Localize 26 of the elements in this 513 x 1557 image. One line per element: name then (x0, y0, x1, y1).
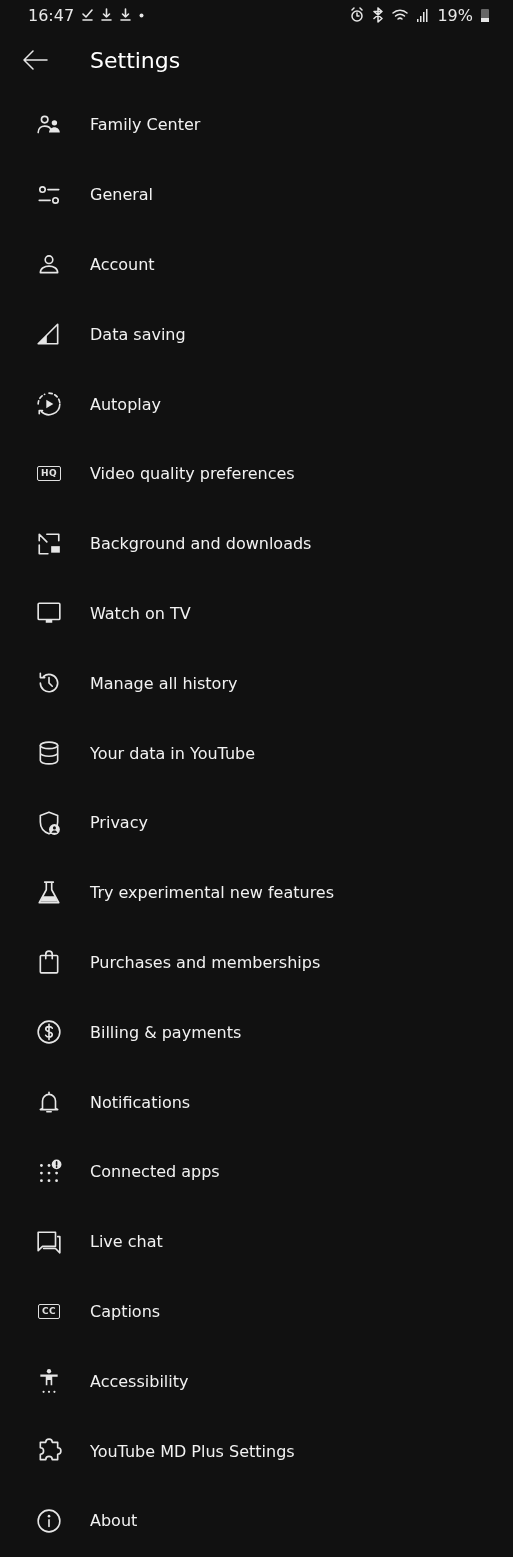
settings-item[interactable]: General (90, 185, 154, 205)
settings-item[interactable]: Data saving (90, 324, 186, 344)
settings-item[interactable]: Purchases and memberships (90, 952, 321, 972)
settings-item[interactable]: Notifications (90, 1092, 191, 1112)
settings-item[interactable]: Account (90, 255, 155, 274)
settings-item[interactable]: Accessibility (90, 1371, 189, 1391)
battery-percentage: 19% (437, 5, 473, 25)
settings-item[interactable]: Autoplay (90, 394, 162, 414)
settings-item[interactable]: Live chat (90, 1232, 163, 1252)
settings-item[interactable]: Manage all history (90, 673, 238, 693)
quality-badge: CC (37, 1303, 61, 1319)
status-time: 16:47 (28, 5, 75, 25)
settings-item[interactable]: Captions (90, 1301, 161, 1321)
settings-item[interactable]: Try experimental new features (90, 883, 335, 903)
settings-item[interactable]: Video quality preferences (90, 464, 295, 484)
settings-item[interactable]: Family Center (90, 115, 201, 135)
settings-item[interactable]: Your data in YouTube (90, 743, 256, 763)
settings-item[interactable]: Privacy (90, 813, 148, 833)
settings-item[interactable]: YouTube MD Plus Settings (90, 1441, 295, 1461)
settings-item[interactable]: Background and downloads (90, 534, 312, 554)
quality-badge: HQ (36, 466, 62, 482)
settings-item[interactable]: Billing & payments (90, 1022, 242, 1042)
settings-item[interactable]: Watch on TV (90, 603, 191, 623)
page-title: Settings (90, 47, 181, 73)
settings-item[interactable]: About (90, 1511, 138, 1531)
settings-item[interactable]: Connected apps (90, 1162, 220, 1182)
